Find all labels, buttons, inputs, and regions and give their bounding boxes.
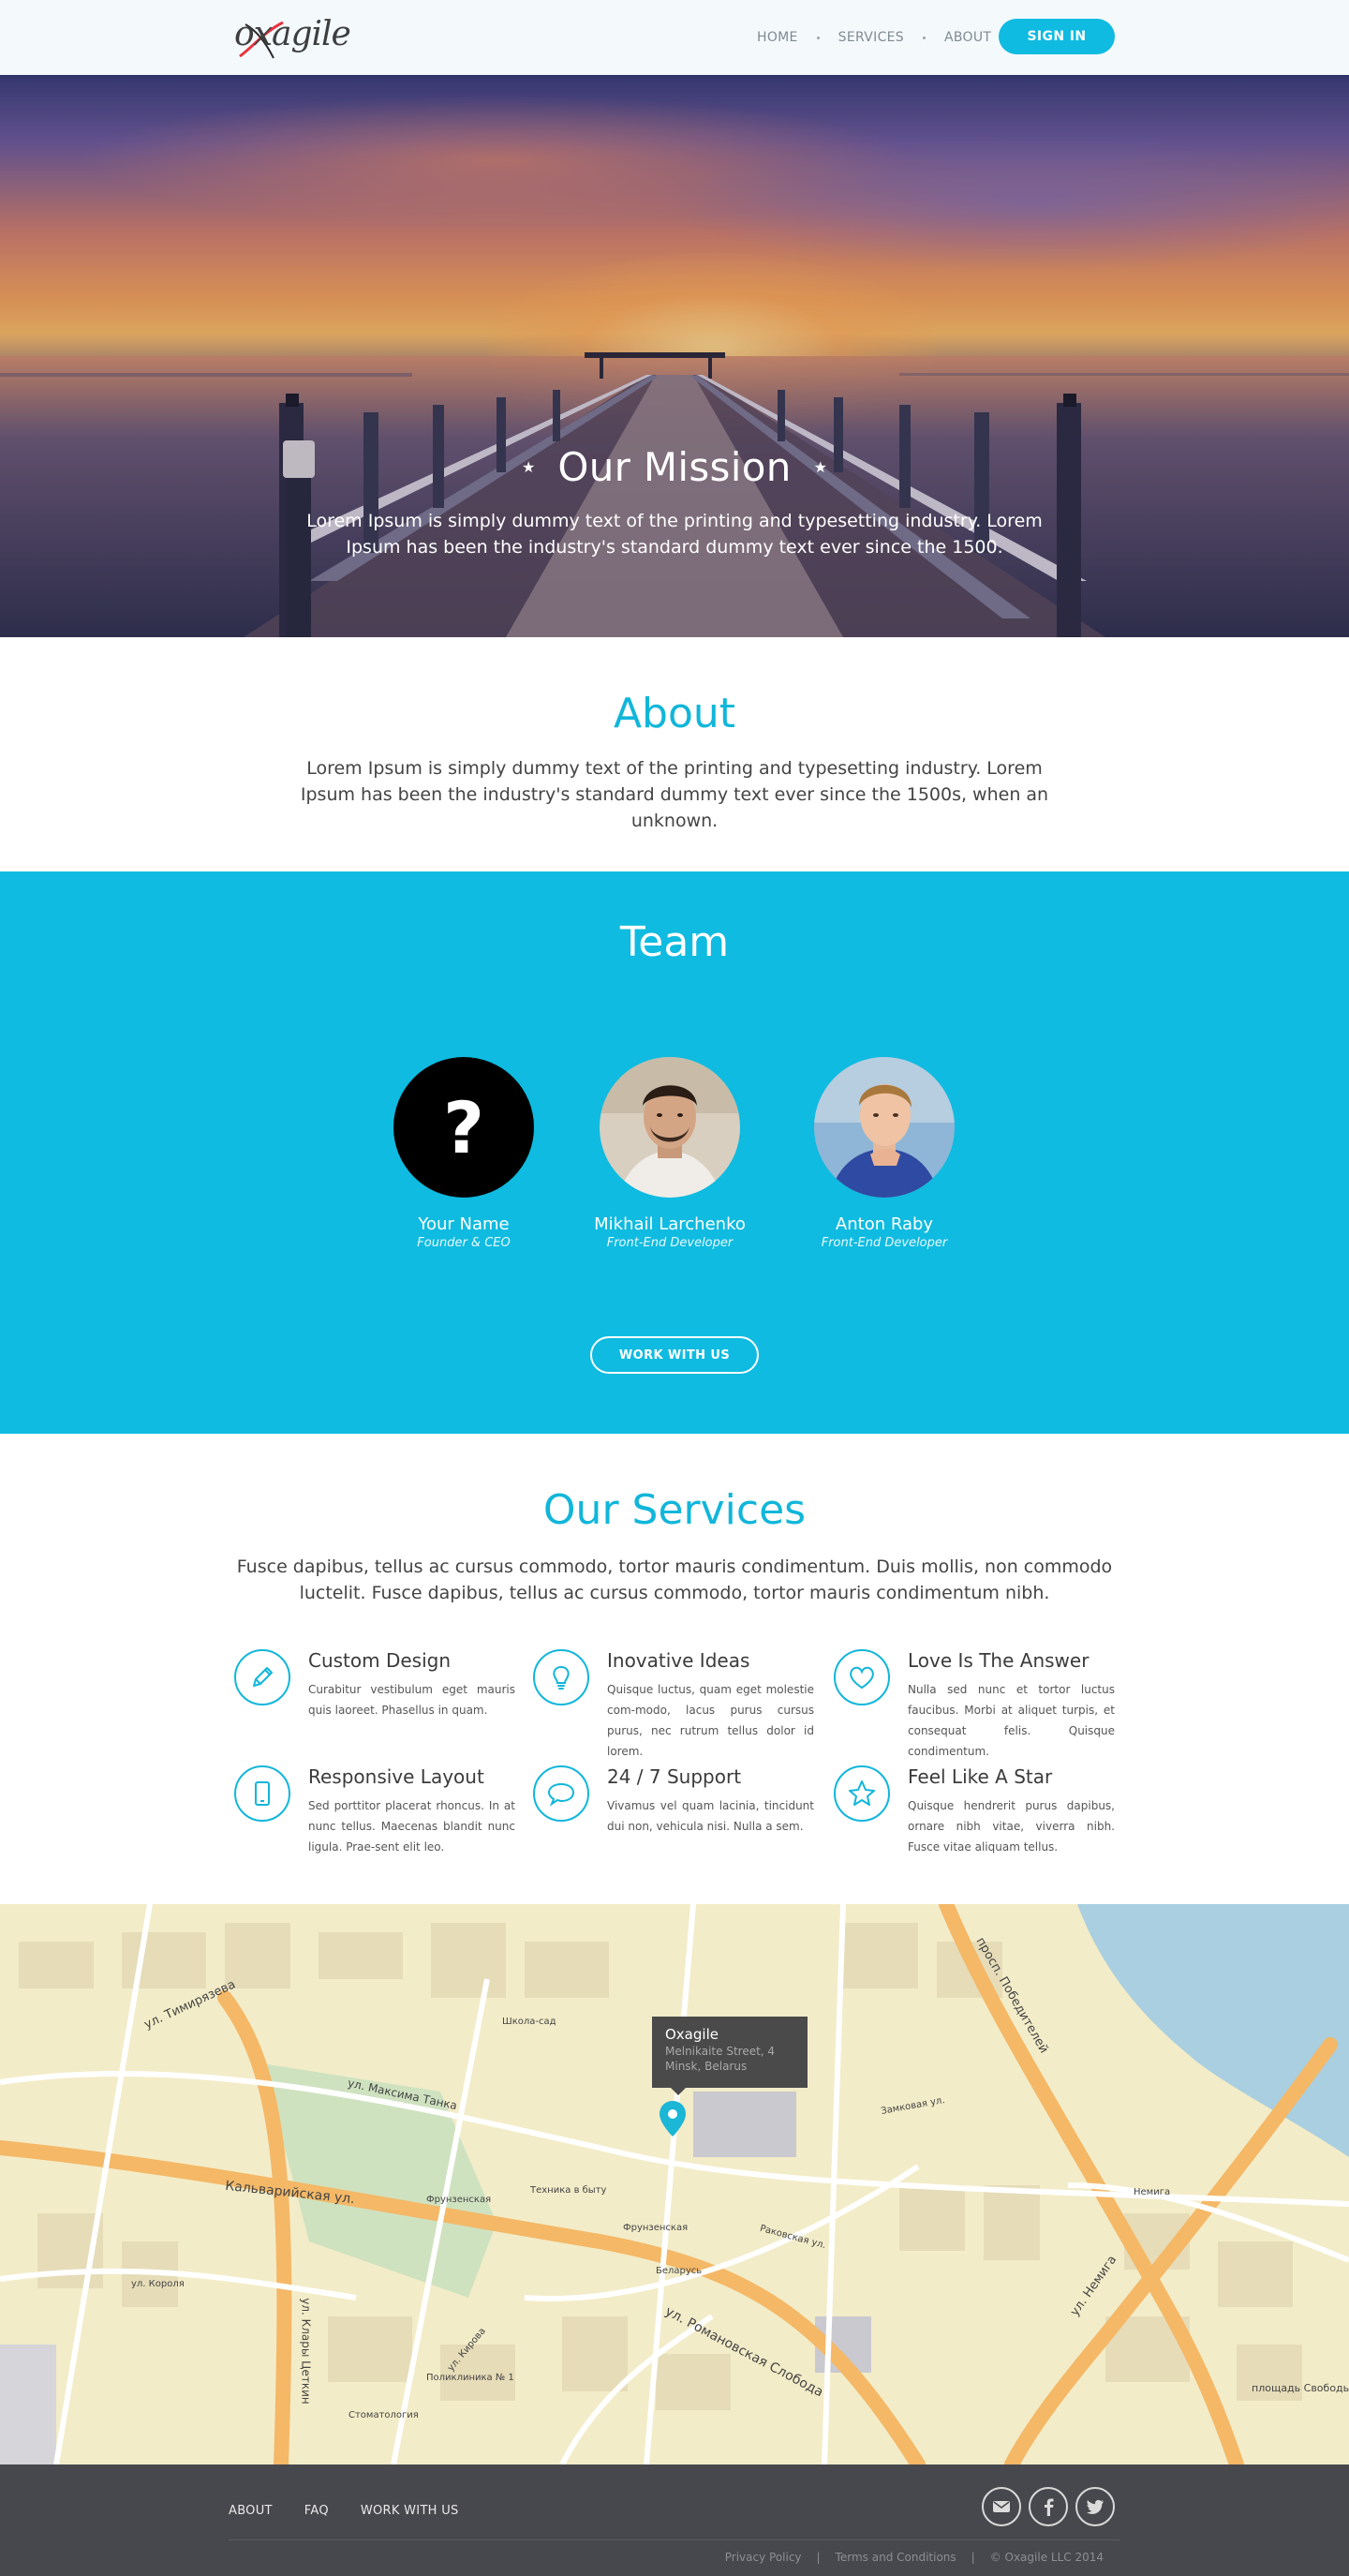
popup-address: Melnikaite Street, 4 bbox=[665, 2045, 776, 2058]
chat-bubble-icon bbox=[533, 1765, 589, 1822]
map-label: Фрунзенская bbox=[623, 2223, 689, 2233]
service-title: 24 / 7 Support bbox=[607, 1765, 742, 1788]
service-title: Feel Like A Star bbox=[908, 1765, 1053, 1788]
map-label: Поликлиника № 1 bbox=[426, 2373, 514, 2383]
map-pin-icon[interactable] bbox=[660, 2101, 686, 2137]
privacy-policy-link[interactable]: Privacy Policy bbox=[725, 2551, 802, 2564]
main-nav: HOME SERVICES ABOUT bbox=[757, 0, 991, 75]
lightbulb-icon bbox=[533, 1649, 589, 1705]
map-label: ул. Короля bbox=[131, 2279, 185, 2289]
service-text: Quisque hendrerit purus dapibus, ornare … bbox=[908, 1799, 1115, 1854]
team-member: ? Your Name Founder & CEO bbox=[370, 1057, 557, 1250]
popup-city: Minsk, Belarus bbox=[665, 2060, 748, 2073]
email-icon[interactable] bbox=[982, 2487, 1021, 2526]
footer-divider bbox=[229, 2539, 1120, 2540]
footer-link-faq[interactable]: FAQ bbox=[304, 2504, 329, 2518]
logo-text: oxagile bbox=[234, 15, 351, 53]
member-name: Your Name bbox=[418, 1214, 510, 1234]
nav-services[interactable]: SERVICES bbox=[838, 30, 904, 45]
map-label: площадь Свободы bbox=[1252, 2382, 1349, 2394]
member-name: Mikhail Larchenko bbox=[594, 1214, 746, 1234]
terms-link[interactable]: Terms and Conditions bbox=[836, 2551, 956, 2564]
sign-in-button[interactable]: SIGN IN bbox=[999, 19, 1115, 54]
about-text: Lorem Ipsum is simply dummy text of the … bbox=[300, 758, 1049, 831]
map-info-popup: Oxagile Melnikaite Street, 4 Minsk, Bela… bbox=[652, 2017, 808, 2095]
hero-title: Our Mission bbox=[557, 444, 792, 490]
avatar[interactable]: ? bbox=[393, 1057, 534, 1198]
service-text: Curabitur vestibulum eget mauris quis la… bbox=[308, 1683, 515, 1717]
person-photo-icon bbox=[600, 1057, 740, 1198]
map-label: Фрунзенская bbox=[426, 2195, 492, 2205]
about-title: About bbox=[613, 690, 736, 737]
nav-separator bbox=[816, 36, 820, 39]
oxagile-logo[interactable]: oxagile bbox=[234, 13, 351, 62]
service-title: Love Is The Answer bbox=[908, 1649, 1090, 1672]
footer-separator: | bbox=[971, 2551, 975, 2564]
map-label: Немига bbox=[1134, 2187, 1171, 2197]
footer-legal: Privacy Policy | Terms and Conditions | … bbox=[725, 2551, 1104, 2564]
team-section: Team ? Your Name Founder & CEO Mikhail L… bbox=[0, 871, 1349, 1434]
services-section: Our Services Fusce dapibus, tellus ac cu… bbox=[0, 1434, 1349, 1904]
service-text: Sed porttitor placerat rhoncus. In at nu… bbox=[308, 1799, 515, 1854]
popup-title: Oxagile bbox=[665, 2026, 719, 2043]
copyright-text: © Oxagile LLC 2014 bbox=[989, 2551, 1104, 2564]
work-with-us-button[interactable]: WORK WITH US bbox=[590, 1336, 759, 1374]
member-role: Founder & CEO bbox=[417, 1236, 511, 1250]
avatar[interactable] bbox=[814, 1057, 955, 1198]
location-map[interactable]: ул. Тимирязева ул. Максима Танка Кальвар… bbox=[0, 1904, 1349, 2464]
map-label: Беларусь bbox=[656, 2266, 703, 2276]
service-text: Quisque luctus, quam eget molestie com-m… bbox=[607, 1683, 814, 1758]
member-role: Front-End Developer bbox=[821, 1236, 948, 1250]
map-label: Школа-сад bbox=[502, 2017, 556, 2027]
services-intro: Fusce dapibus, tellus ac cursus commodo,… bbox=[236, 1556, 1113, 1603]
footer-separator: | bbox=[816, 2551, 821, 2564]
member-name: Anton Raby bbox=[835, 1214, 934, 1234]
map-label: Техника в быту bbox=[530, 2185, 607, 2196]
footer-link-work-with-us[interactable]: WORK WITH US bbox=[361, 2504, 459, 2518]
team-member: Anton Raby Front-End Developer bbox=[791, 1057, 978, 1250]
hero-text: Lorem Ipsum is simply dummy text of the … bbox=[306, 511, 1043, 558]
facebook-icon[interactable] bbox=[1029, 2487, 1068, 2526]
service-text: Vivamus vel quam lacinia, tincidunt dui … bbox=[607, 1799, 814, 1833]
service-title: Responsive Layout bbox=[308, 1765, 484, 1788]
nav-about[interactable]: ABOUT bbox=[944, 30, 991, 45]
member-role: Front-End Developer bbox=[606, 1236, 734, 1250]
person-photo-icon bbox=[814, 1057, 955, 1198]
footer-link-about[interactable]: ABOUT bbox=[229, 2504, 273, 2518]
nav-separator bbox=[922, 36, 926, 39]
map-streets bbox=[0, 1904, 1349, 2464]
pencil-icon bbox=[234, 1649, 290, 1705]
hero-title-row: ★ Our Mission ★ bbox=[0, 444, 1349, 490]
service-text: Nulla sed nunc et tortor luctus faucibus… bbox=[908, 1683, 1115, 1758]
team-title: Team bbox=[619, 918, 730, 966]
avatar[interactable] bbox=[600, 1057, 740, 1198]
service-title: Custom Design bbox=[308, 1649, 452, 1672]
team-member: Mikhail Larchenko Front-End Developer bbox=[576, 1057, 763, 1250]
services-title: Our Services bbox=[542, 1486, 807, 1534]
question-mark-icon: ? bbox=[442, 1085, 485, 1169]
heart-icon bbox=[834, 1649, 890, 1705]
tablet-icon bbox=[234, 1765, 290, 1822]
map-label: ул. Клары Цеткин bbox=[299, 2298, 313, 2405]
site-header: oxagile HOME SERVICES ABOUT SIGN IN bbox=[0, 0, 1349, 75]
service-title: Inovative Ideas bbox=[607, 1649, 750, 1672]
about-section: About Lorem Ipsum is simply dummy text o… bbox=[0, 637, 1349, 871]
star-icon bbox=[834, 1765, 890, 1822]
nav-home[interactable]: HOME bbox=[757, 30, 798, 45]
map-label: Стоматология bbox=[348, 2410, 419, 2420]
star-icon: ★ bbox=[522, 458, 536, 476]
star-icon: ★ bbox=[813, 458, 827, 476]
hero-banner: ★ Our Mission ★ Lorem Ipsum is simply du… bbox=[0, 75, 1349, 637]
twitter-icon[interactable] bbox=[1075, 2487, 1115, 2526]
footer-nav: ABOUT FAQ WORK WITH US bbox=[229, 2504, 491, 2518]
site-footer: ABOUT FAQ WORK WITH US Privacy Policy | … bbox=[0, 2464, 1349, 2576]
